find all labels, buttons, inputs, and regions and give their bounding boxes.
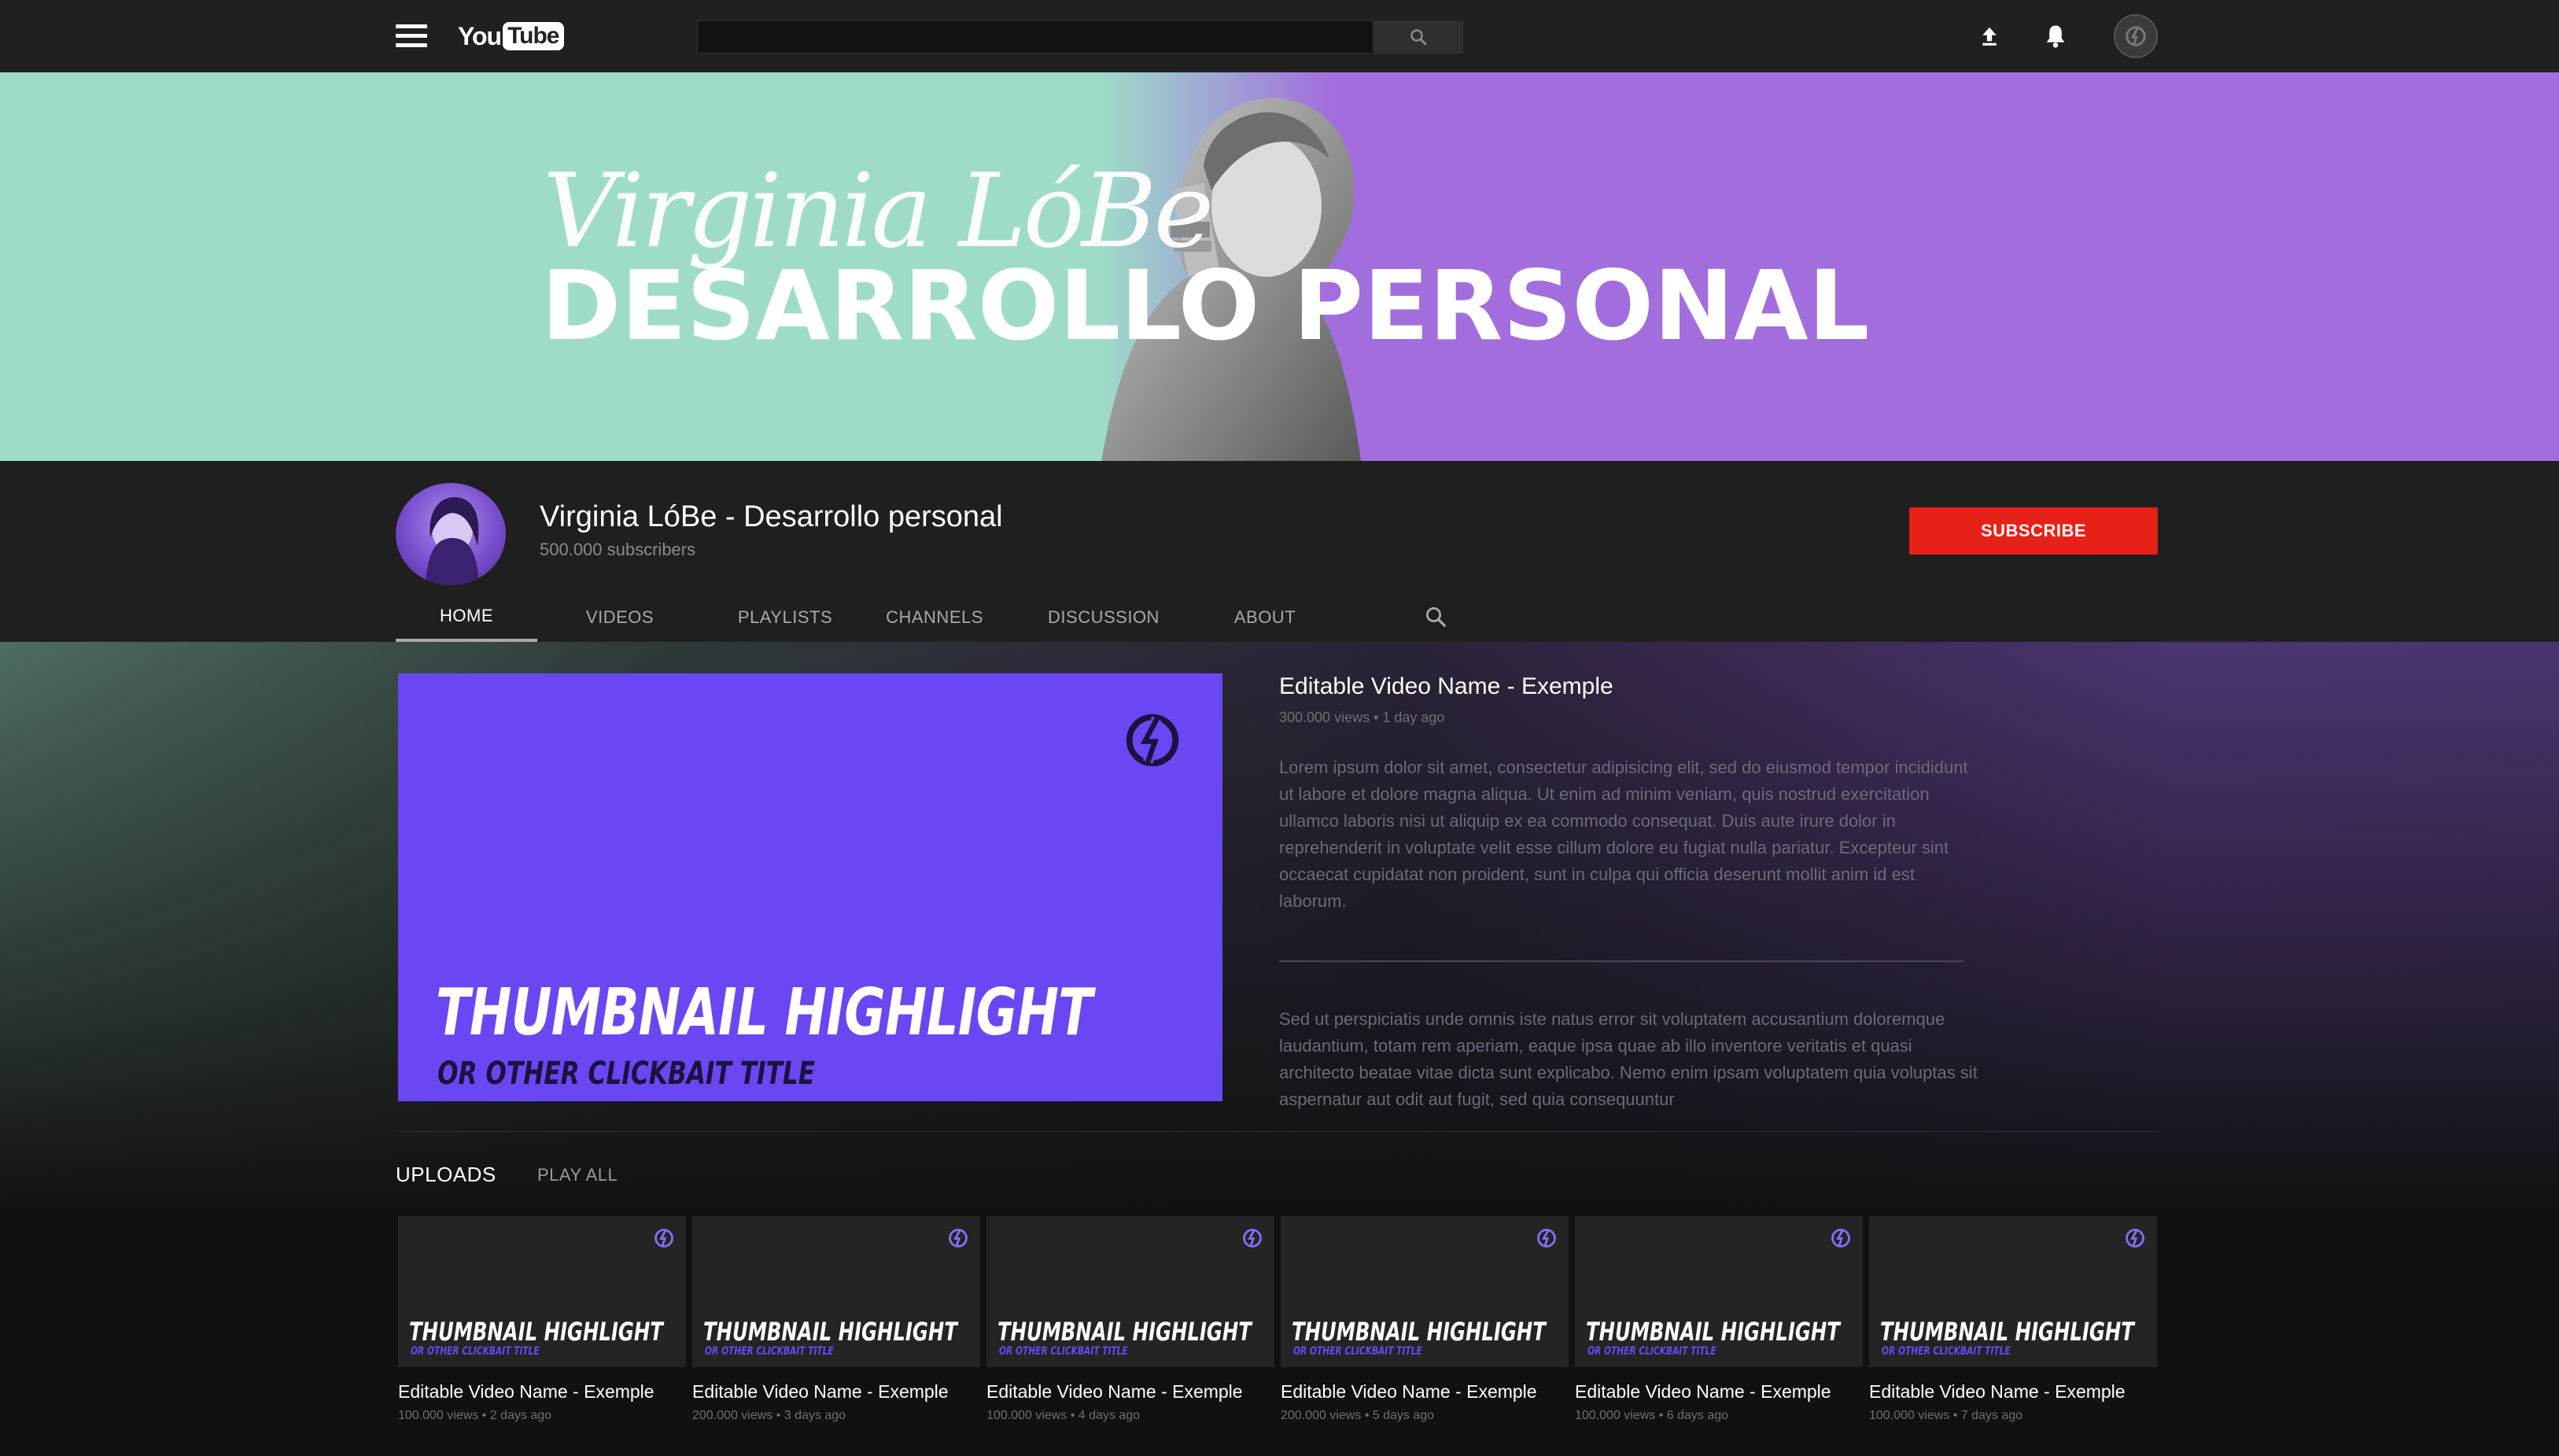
featured-video-meta: 300.000 views • 1 day ago (1279, 710, 1445, 725)
tab-discussion[interactable]: DISCUSSION (1001, 593, 1206, 642)
thumbnail-subtitle: OR OTHER CLICKBAIT TITLE (1587, 1345, 1716, 1358)
logo-text-tube: Tube (503, 22, 564, 50)
banner-title: DESARROLLO PERSONAL (541, 250, 1870, 362)
search-icon (1410, 29, 1427, 46)
channel-home-content: THUMBNAIL HIGHLIGHT OR OTHER CLICKBAIT T… (0, 642, 2559, 1456)
channel-banner: Virginia LóBe DESARROLLO PERSONAL (0, 72, 2559, 461)
video-card[interactable]: THUMBNAIL HIGHLIGHT OR OTHER CLICKBAIT T… (1281, 1216, 1569, 1423)
video-meta: 100.000 views • 4 days ago (986, 1409, 1141, 1422)
thumbnail-title: THUMBNAIL HIGHLIGHT (1880, 1317, 2134, 1347)
section-divider (396, 1131, 2158, 1132)
brand-logo-icon (2126, 1229, 2144, 1248)
video-title[interactable]: Editable Video Name - Exemple (1281, 1381, 1569, 1403)
video-card[interactable]: THUMBNAIL HIGHLIGHT OR OTHER CLICKBAIT T… (986, 1216, 1274, 1423)
video-thumbnail[interactable]: THUMBNAIL HIGHLIGHT OR OTHER CLICKBAIT T… (1869, 1216, 2157, 1367)
upload-button[interactable] (1973, 20, 2006, 53)
video-card[interactable]: THUMBNAIL HIGHLIGHT OR OTHER CLICKBAIT T… (398, 1216, 686, 1423)
tab-about[interactable]: ABOUT (1206, 593, 1324, 642)
youtube-logo[interactable]: You Tube (458, 20, 564, 52)
thumbnail-subtitle: OR OTHER CLICKBAIT TITLE (999, 1345, 1128, 1358)
logo-text-you: You (458, 21, 502, 50)
featured-video-thumbnail[interactable]: THUMBNAIL HIGHLIGHT OR OTHER CLICKBAIT T… (398, 673, 1222, 1101)
featured-description-1: Lorem ipsum dolor sit amet, consectetur … (1279, 757, 1968, 911)
video-title[interactable]: Editable Video Name - Exemple (1575, 1381, 1863, 1403)
uploads-list: THUMBNAIL HIGHLIGHT OR OTHER CLICKBAIT T… (398, 1216, 2157, 1423)
uploads-heading[interactable]: UPLOADS (396, 1163, 496, 1187)
description-divider (1279, 960, 1963, 962)
top-bar: You Tube (0, 0, 2559, 72)
tab-channels[interactable]: CHANNELS (868, 593, 1001, 642)
thumbnail-subtitle: OR OTHER CLICKBAIT TITLE (705, 1345, 834, 1358)
brand-logo-icon (654, 1229, 673, 1248)
thumbnail-title: THUMBNAIL HIGHLIGHT (997, 1317, 1252, 1347)
video-meta: 200.000 views • 5 days ago (1281, 1409, 1435, 1422)
featured-video-title[interactable]: Editable Video Name - Exemple (1279, 673, 1987, 700)
play-all-button[interactable]: PLAY ALL (537, 1165, 618, 1185)
thumbnail-title: THUMBNAIL HIGHLIGHT (1292, 1317, 1546, 1347)
search-input[interactable] (697, 20, 1374, 53)
video-meta: 100.000 views • 2 days ago (398, 1409, 552, 1422)
menu-icon[interactable] (396, 24, 427, 48)
channel-tabs: HOME VIDEOS PLAYLISTS CHANNELS DISCUSSIO… (396, 593, 1324, 642)
tab-playlists[interactable]: PLAYLISTS (702, 593, 868, 642)
video-thumbnail[interactable]: THUMBNAIL HIGHLIGHT OR OTHER CLICKBAIT T… (398, 1216, 686, 1367)
brand-logo-icon (1243, 1229, 1262, 1248)
subscriber-count: 500.000 subscribers (540, 540, 696, 559)
thumbnail-title: THUMBNAIL HIGHLIGHT (703, 1317, 957, 1347)
video-title[interactable]: Editable Video Name - Exemple (1869, 1381, 2157, 1403)
brand-logo-icon (1831, 1229, 1850, 1248)
notifications-button[interactable] (2039, 20, 2072, 53)
search-button[interactable] (1374, 20, 1463, 53)
video-meta: 200.000 views • 3 days ago (692, 1409, 846, 1422)
video-title[interactable]: Editable Video Name - Exemple (986, 1381, 1274, 1403)
featured-thumbnail-title: THUMBNAIL HIGHLIGHT (436, 975, 1093, 1050)
channel-name: Virginia LóBe - Desarrollo personal (540, 500, 1003, 533)
search-icon (1426, 607, 1446, 627)
brand-logo-icon (1126, 713, 1179, 767)
video-card[interactable]: THUMBNAIL HIGHLIGHT OR OTHER CLICKBAIT T… (1575, 1216, 1863, 1423)
video-thumbnail[interactable]: THUMBNAIL HIGHLIGHT OR OTHER CLICKBAIT T… (1575, 1216, 1863, 1367)
tab-videos[interactable]: VIDEOS (537, 593, 702, 642)
thumbnail-subtitle: OR OTHER CLICKBAIT TITLE (1882, 1345, 2011, 1358)
video-thumbnail[interactable]: THUMBNAIL HIGHLIGHT OR OTHER CLICKBAIT T… (692, 1216, 980, 1367)
video-thumbnail[interactable]: THUMBNAIL HIGHLIGHT OR OTHER CLICKBAIT T… (1281, 1216, 1569, 1367)
brand-logo-icon (2126, 26, 2146, 46)
video-card[interactable]: THUMBNAIL HIGHLIGHT OR OTHER CLICKBAIT T… (692, 1216, 980, 1423)
thumbnail-subtitle: OR OTHER CLICKBAIT TITLE (1293, 1345, 1422, 1358)
thumbnail-title: THUMBNAIL HIGHLIGHT (1586, 1317, 1840, 1347)
brand-logo-icon (949, 1229, 968, 1248)
account-avatar[interactable] (2114, 14, 2158, 58)
video-title[interactable]: Editable Video Name - Exemple (398, 1381, 686, 1403)
channel-avatar[interactable] (396, 483, 506, 585)
subscribe-button[interactable]: SUBSCRIBE (1909, 507, 2158, 555)
upload-icon (1982, 27, 1997, 46)
channel-header: Virginia LóBe - Desarrollo personal 500.… (0, 461, 2559, 642)
video-title[interactable]: Editable Video Name - Exemple (692, 1381, 980, 1403)
featured-thumbnail-subtitle: OR OTHER CLICKBAIT TITLE (437, 1056, 816, 1092)
featured-video-info: Editable Video Name - Exemple 300.000 vi… (1279, 673, 1987, 1113)
tab-home[interactable]: HOME (396, 593, 537, 642)
bell-icon (2046, 25, 2065, 48)
video-card[interactable]: THUMBNAIL HIGHLIGHT OR OTHER CLICKBAIT T… (1869, 1216, 2157, 1423)
channel-search-button[interactable] (1418, 599, 1453, 634)
thumbnail-subtitle: OR OTHER CLICKBAIT TITLE (411, 1345, 540, 1358)
video-thumbnail[interactable]: THUMBNAIL HIGHLIGHT OR OTHER CLICKBAIT T… (986, 1216, 1274, 1367)
thumbnail-title: THUMBNAIL HIGHLIGHT (409, 1317, 663, 1347)
video-meta: 100.000 views • 7 days ago (1869, 1409, 2023, 1422)
featured-description-2: Sed ut perspiciatis unde omnis iste natu… (1279, 1009, 1978, 1109)
brand-logo-icon (1537, 1229, 1556, 1248)
video-meta: 100.000 views • 6 days ago (1575, 1409, 1729, 1422)
channel-avatar-portrait (426, 497, 479, 585)
